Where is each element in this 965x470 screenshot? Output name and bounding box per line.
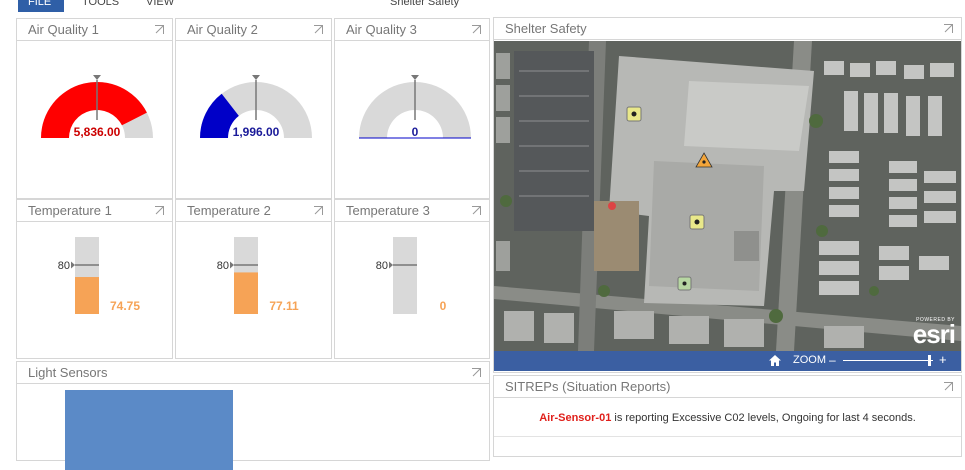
temperature-2-panel: Temperature 2 80 77.11	[175, 199, 332, 359]
threshold-label: 80	[376, 260, 388, 272]
thermometer-fill	[234, 272, 258, 314]
gauge-target-marker	[93, 75, 101, 80]
maximize-icon[interactable]	[155, 206, 164, 215]
light-sensors-panel: Light Sensors	[16, 361, 490, 470]
threshold-label: 80	[58, 260, 70, 272]
zoom-slider-handle[interactable]	[928, 355, 931, 366]
air-quality-2-panel: Air Quality 2 1,996.00	[175, 18, 332, 199]
air-quality-1-panel: Air Quality 1 5,836.00	[16, 18, 173, 199]
maximize-icon[interactable]	[944, 24, 953, 33]
air-quality-3-panel: Air Quality 3 0	[334, 18, 490, 199]
window-title: Shelter Safety	[390, 0, 460, 8]
zoom-label: ZOOM	[793, 354, 826, 366]
panel-title: Light Sensors	[17, 362, 489, 384]
light-sensor-bar	[65, 390, 233, 470]
threshold-marker	[389, 261, 393, 269]
temperature-1-panel: Temperature 1 80 74.75	[16, 199, 173, 359]
map-zoom-bar: ZOOM – +	[494, 351, 961, 371]
panel-title: Temperature 1	[17, 200, 172, 222]
air-quality-gauge: 5,836.00	[41, 75, 153, 139]
zoom-out-button[interactable]: –	[829, 353, 836, 367]
sitrep-sensor-name[interactable]: Air-Sensor-01	[539, 412, 611, 424]
temperature-value-label: 77.11	[269, 299, 299, 313]
panel-title: Temperature 2	[176, 200, 331, 222]
threshold-label: 80	[217, 260, 229, 272]
threshold-marker	[71, 261, 75, 269]
gauge-value-label: 0	[412, 125, 419, 139]
temperature-thermometer: 80 74.75	[58, 237, 140, 314]
sitreps-panel: SITREPs (Situation Reports) Air-Sensor-0…	[493, 375, 962, 457]
home-icon[interactable]	[769, 355, 781, 366]
thermometer-track	[393, 237, 417, 314]
sitrep-message: Air-Sensor-01 is reporting Excessive C02…	[494, 398, 961, 424]
panel-title: Shelter Safety	[494, 18, 961, 40]
maximize-icon[interactable]	[314, 25, 323, 34]
temperature-thermometer: 80 0	[376, 237, 447, 314]
threshold-marker	[230, 261, 234, 269]
air-quality-gauge: 0	[359, 75, 471, 139]
menu-bar: FILE TOOLS VIEW Shelter Safety	[0, 0, 965, 16]
temperature-3-panel: Temperature 3 80 0	[334, 199, 490, 359]
panel-title: SITREPs (Situation Reports)	[494, 376, 961, 398]
shelter-safety-map-panel: Shelter Safety POWERED BY esri ZOOM – +	[493, 17, 962, 373]
gauge-value-label: 1,996.00	[233, 125, 280, 139]
air-quality-gauge: 1,996.00	[200, 75, 312, 139]
maximize-icon[interactable]	[472, 206, 481, 215]
divider	[494, 436, 961, 437]
zoom-slider-track[interactable]	[843, 360, 933, 361]
sitrep-text: is reporting Excessive C02 levels, Ongoi…	[611, 412, 916, 424]
panel-title: Air Quality 3	[335, 19, 489, 41]
esri-logo: POWERED BY esri	[912, 317, 956, 349]
gauge-value-label: 5,836.00	[74, 125, 121, 139]
file-menu-tab[interactable]: FILE	[18, 0, 64, 12]
panel-title: Temperature 3	[335, 200, 489, 222]
temperature-value-label: 0	[440, 299, 447, 313]
view-menu-tab[interactable]: VIEW	[146, 0, 174, 12]
panel-title: Air Quality 2	[176, 19, 331, 41]
gauge-target-marker	[252, 75, 260, 80]
map-imagery	[494, 41, 961, 351]
gauge-target-marker	[411, 75, 419, 80]
maximize-icon[interactable]	[314, 206, 323, 215]
panel-title: Air Quality 1	[17, 19, 172, 41]
maximize-icon[interactable]	[472, 25, 481, 34]
thermometer-fill	[75, 277, 99, 314]
maximize-icon[interactable]	[472, 368, 481, 377]
satellite-map[interactable]: POWERED BY esri	[494, 41, 961, 351]
temperature-value-label: 74.75	[110, 299, 140, 313]
maximize-icon[interactable]	[944, 382, 953, 391]
tools-menu-tab[interactable]: TOOLS	[82, 0, 119, 12]
temperature-thermometer: 80 77.11	[217, 237, 299, 314]
zoom-in-button[interactable]: +	[939, 352, 947, 367]
maximize-icon[interactable]	[155, 25, 164, 34]
